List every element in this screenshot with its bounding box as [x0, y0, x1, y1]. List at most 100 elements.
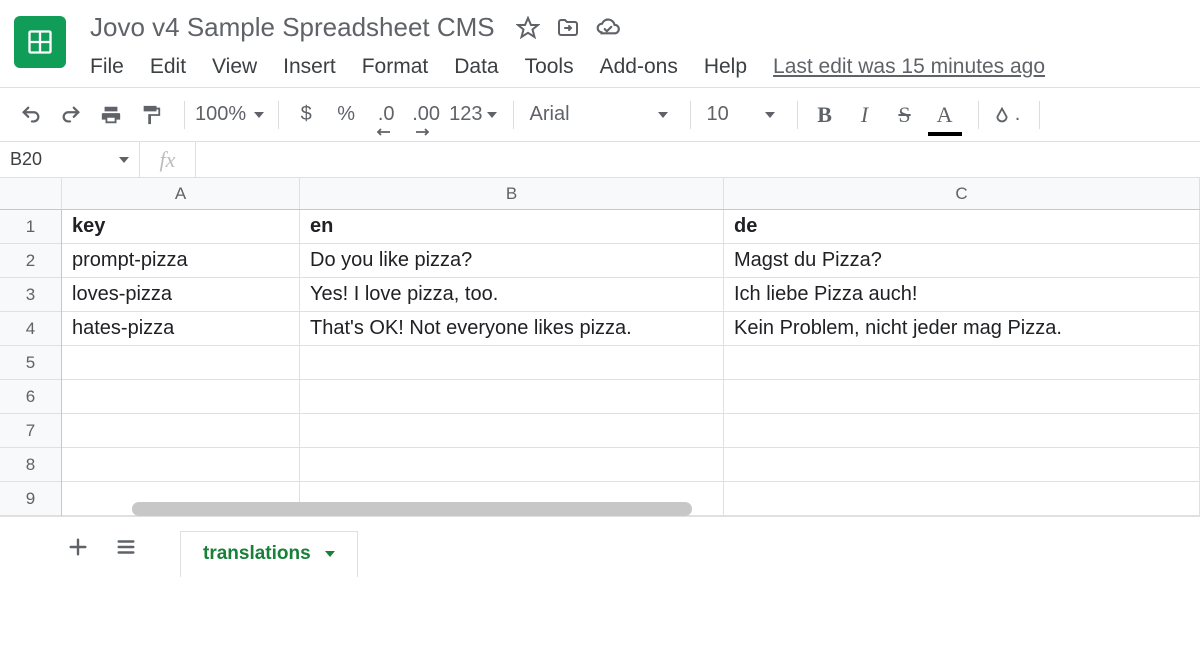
font-size-dropdown[interactable]: 10 — [701, 97, 781, 133]
font-size-value: 10 — [707, 103, 729, 126]
horizontal-scrollbar-track[interactable] — [132, 502, 660, 516]
strikethrough-button[interactable]: S — [888, 97, 922, 133]
row-header[interactable]: 9 — [0, 482, 61, 516]
cell[interactable]: key — [62, 210, 300, 243]
cell[interactable]: loves-pizza — [62, 278, 300, 311]
cell[interactable]: en — [300, 210, 724, 243]
font-family-dropdown[interactable]: Arial — [524, 97, 674, 133]
format-currency-button[interactable]: $ — [289, 97, 323, 133]
row-header[interactable]: 5 — [0, 346, 61, 380]
zoom-dropdown[interactable]: 100% — [195, 97, 264, 133]
name-box[interactable]: B20 — [0, 142, 140, 177]
cell[interactable] — [724, 346, 1200, 379]
cell[interactable] — [300, 414, 724, 447]
menu-format[interactable]: Format — [362, 55, 429, 79]
menu-file[interactable]: File — [90, 55, 124, 79]
row-header[interactable]: 6 — [0, 380, 61, 414]
toolbar-separator — [278, 101, 279, 129]
row-header[interactable]: 2 — [0, 244, 61, 278]
column-headers: A B C — [62, 178, 1200, 210]
menu-insert[interactable]: Insert — [283, 55, 336, 79]
cell[interactable]: Yes! I love pizza, too. — [300, 278, 724, 311]
grid-icon — [26, 28, 54, 56]
cell[interactable] — [300, 448, 724, 481]
toolbar-separator — [1039, 101, 1040, 129]
decrease-decimal-button[interactable]: .0 — [369, 97, 403, 133]
formula-bar-row: B20 fx — [0, 142, 1200, 178]
row-header[interactable]: 7 — [0, 414, 61, 448]
cell[interactable] — [62, 380, 300, 413]
menu-data[interactable]: Data — [454, 55, 498, 79]
cell[interactable]: Do you like pizza? — [300, 244, 724, 277]
number-format-label: 123 — [449, 103, 482, 126]
cell[interactable] — [724, 380, 1200, 413]
toolbar-separator — [513, 101, 514, 129]
last-edit-link[interactable]: Last edit was 15 minutes ago — [773, 55, 1045, 79]
cell[interactable]: prompt-pizza — [62, 244, 300, 277]
cell[interactable] — [62, 448, 300, 481]
menu-addons[interactable]: Add-ons — [600, 55, 678, 79]
text-color-underline — [928, 132, 962, 136]
toolbar: 100% $ % .0 .00 123 Arial 10 B I S A . — [0, 88, 1200, 142]
cell[interactable]: Kein Problem, nicht jeder mag Pizza. — [724, 312, 1200, 345]
font-family-value: Arial — [530, 103, 570, 126]
chevron-down-icon — [254, 112, 264, 118]
increase-decimal-button[interactable]: .00 — [409, 97, 443, 133]
bold-button[interactable]: B — [808, 97, 842, 133]
cell[interactable]: Ich liebe Pizza auch! — [724, 278, 1200, 311]
cloud-saved-icon[interactable] — [593, 13, 623, 43]
move-to-folder-icon[interactable] — [553, 13, 583, 43]
sheet-tab-label: translations — [203, 543, 311, 565]
add-sheet-button[interactable] — [60, 529, 96, 565]
document-title[interactable]: Jovo v4 Sample Spreadsheet CMS — [90, 12, 495, 43]
row-header[interactable]: 3 — [0, 278, 61, 312]
cell[interactable] — [62, 414, 300, 447]
italic-button[interactable]: I — [848, 97, 882, 133]
row-header[interactable]: 1 — [0, 210, 61, 244]
cell[interactable]: de — [724, 210, 1200, 243]
column-header-a[interactable]: A — [62, 178, 300, 209]
formula-input[interactable] — [196, 142, 1200, 177]
spreadsheet-grid: A B C 1 2 3 4 5 6 7 8 9 key en de prompt… — [0, 178, 1200, 516]
chevron-down-icon — [765, 112, 775, 118]
cell[interactable]: That's OK! Not everyone likes pizza. — [300, 312, 724, 345]
menu-help[interactable]: Help — [704, 55, 747, 79]
cell[interactable] — [724, 448, 1200, 481]
fx-label: fx — [140, 142, 196, 177]
cell[interactable] — [300, 380, 724, 413]
column-header-c[interactable]: C — [724, 178, 1200, 209]
menu-edit[interactable]: Edit — [150, 55, 186, 79]
text-color-button[interactable]: A — [928, 97, 962, 133]
chevron-down-icon — [119, 157, 129, 163]
sheets-app-icon[interactable] — [14, 16, 66, 68]
paint-format-button[interactable] — [134, 97, 168, 133]
cell[interactable]: hates-pizza — [62, 312, 300, 345]
menu-view[interactable]: View — [212, 55, 257, 79]
cell[interactable] — [62, 346, 300, 379]
undo-button[interactable] — [14, 97, 48, 133]
fill-color-button[interactable]: . — [989, 97, 1023, 133]
cell[interactable] — [724, 482, 1200, 515]
title-bar: Jovo v4 Sample Spreadsheet CMS Fi — [0, 0, 1200, 79]
sheet-tab-translations[interactable]: translations — [180, 531, 358, 577]
all-sheets-button[interactable] — [108, 529, 144, 565]
format-percent-button[interactable]: % — [329, 97, 363, 133]
zoom-value: 100% — [195, 103, 246, 126]
select-all-corner[interactable] — [0, 178, 62, 210]
column-header-b[interactable]: B — [300, 178, 724, 209]
cells-area[interactable]: key en de prompt-pizza Do you like pizza… — [62, 210, 1200, 516]
number-format-dropdown[interactable]: 123 — [449, 97, 496, 133]
cell[interactable]: Magst du Pizza? — [724, 244, 1200, 277]
name-box-value: B20 — [10, 149, 42, 170]
horizontal-scrollbar-thumb[interactable] — [132, 502, 692, 516]
redo-button[interactable] — [54, 97, 88, 133]
star-icon[interactable] — [513, 13, 543, 43]
row-header[interactable]: 4 — [0, 312, 61, 346]
row-header[interactable]: 8 — [0, 448, 61, 482]
cell[interactable] — [724, 414, 1200, 447]
print-button[interactable] — [94, 97, 128, 133]
cell[interactable] — [300, 346, 724, 379]
menu-tools[interactable]: Tools — [525, 55, 574, 79]
title-column: Jovo v4 Sample Spreadsheet CMS Fi — [90, 10, 1186, 79]
arrow-left-icon — [376, 128, 390, 136]
